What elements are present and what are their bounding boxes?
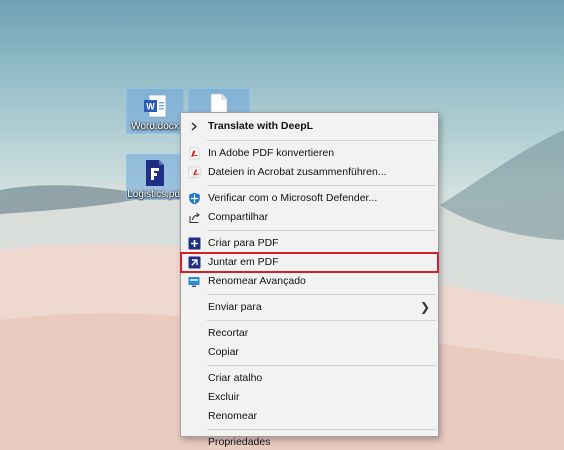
- menu-item-rename[interactable]: Renomear: [181, 407, 438, 426]
- menu-item-share[interactable]: Compartilhar: [181, 208, 438, 227]
- menu-item-copy[interactable]: Copiar: [181, 343, 438, 362]
- menu-item-label: Recortar: [208, 327, 249, 339]
- menu-item-defender-scan[interactable]: Verificar com o Microsoft Defender...: [181, 189, 438, 208]
- advanced-rename-icon: [188, 277, 200, 287]
- create-pdf-icon: [188, 237, 201, 250]
- adobe-pdf-icon: [189, 147, 200, 160]
- menu-item-label: Copiar: [208, 346, 239, 358]
- defender-shield-icon: [189, 192, 200, 205]
- menu-separator: [207, 365, 436, 366]
- menu-separator: [207, 320, 436, 321]
- svg-text:W: W: [146, 102, 155, 112]
- menu-item-label: Criar para PDF: [208, 237, 279, 249]
- acrobat-combine-icon: [188, 166, 201, 179]
- menu-separator: [207, 294, 436, 295]
- menu-item-advanced-rename[interactable]: Renomear Avançado: [181, 272, 438, 291]
- share-icon: [189, 212, 200, 223]
- menu-item-cut[interactable]: Recortar: [181, 324, 438, 343]
- menu-item-properties[interactable]: Propriedades: [181, 433, 438, 450]
- desktop-icon-word[interactable]: W Word.docx: [126, 88, 184, 134]
- merge-pdf-icon: [188, 256, 201, 269]
- menu-item-label: Translate with DeepL: [208, 120, 314, 132]
- menu-item-acrobat-combine[interactable]: Dateien in Acrobat zusammenführen...: [181, 163, 438, 182]
- menu-item-label: Dateien in Acrobat zusammenführen...: [208, 166, 387, 178]
- menu-item-adobe-convert[interactable]: In Adobe PDF konvertieren: [181, 144, 438, 163]
- menu-item-label: Verificar com o Microsoft Defender...: [208, 192, 378, 204]
- context-menu: Translate with DeepL In Adobe PDF konver…: [180, 112, 439, 448]
- menu-item-label: Criar atalho: [208, 372, 263, 384]
- menu-item-translate-deepl[interactable]: Translate with DeepL: [181, 116, 438, 137]
- menu-separator: [207, 185, 436, 186]
- menu-separator: [207, 429, 436, 430]
- menu-item-label: In Adobe PDF konvertieren: [208, 147, 335, 159]
- menu-item-create-pdf[interactable]: Criar para PDF: [181, 234, 438, 253]
- chevron-right-icon: ❯: [419, 300, 430, 314]
- menu-item-create-shortcut[interactable]: Criar atalho: [181, 369, 438, 388]
- menu-item-merge-pdf[interactable]: Juntar em PDF: [180, 252, 439, 273]
- menu-item-label: Renomear Avançado: [208, 275, 306, 287]
- pdf-file-icon: [146, 160, 164, 186]
- desktop-icon-pdf[interactable]: Logistics.pdf: [126, 154, 184, 200]
- menu-item-label: Enviar para: [208, 301, 262, 313]
- menu-item-send-to[interactable]: Enviar para ❯: [181, 298, 438, 317]
- word-file-icon: W: [144, 94, 167, 118]
- menu-separator: [207, 140, 436, 141]
- menu-item-label: Renomear: [208, 410, 258, 422]
- desktop: W Word.docx Logistics.pdf Translate with…: [0, 0, 564, 450]
- desktop-icon-label: Word.docx: [131, 121, 179, 132]
- menu-item-label: Propriedades: [208, 436, 271, 448]
- menu-item-label: Juntar em PDF: [208, 256, 279, 268]
- menu-item-label: Excluir: [208, 391, 240, 403]
- deepl-icon: [191, 122, 197, 131]
- desktop-icon-label: Logistics.pdf: [127, 189, 183, 200]
- menu-separator: [207, 230, 436, 231]
- menu-item-delete[interactable]: Excluir: [181, 388, 438, 407]
- menu-item-label: Compartilhar: [208, 211, 269, 223]
